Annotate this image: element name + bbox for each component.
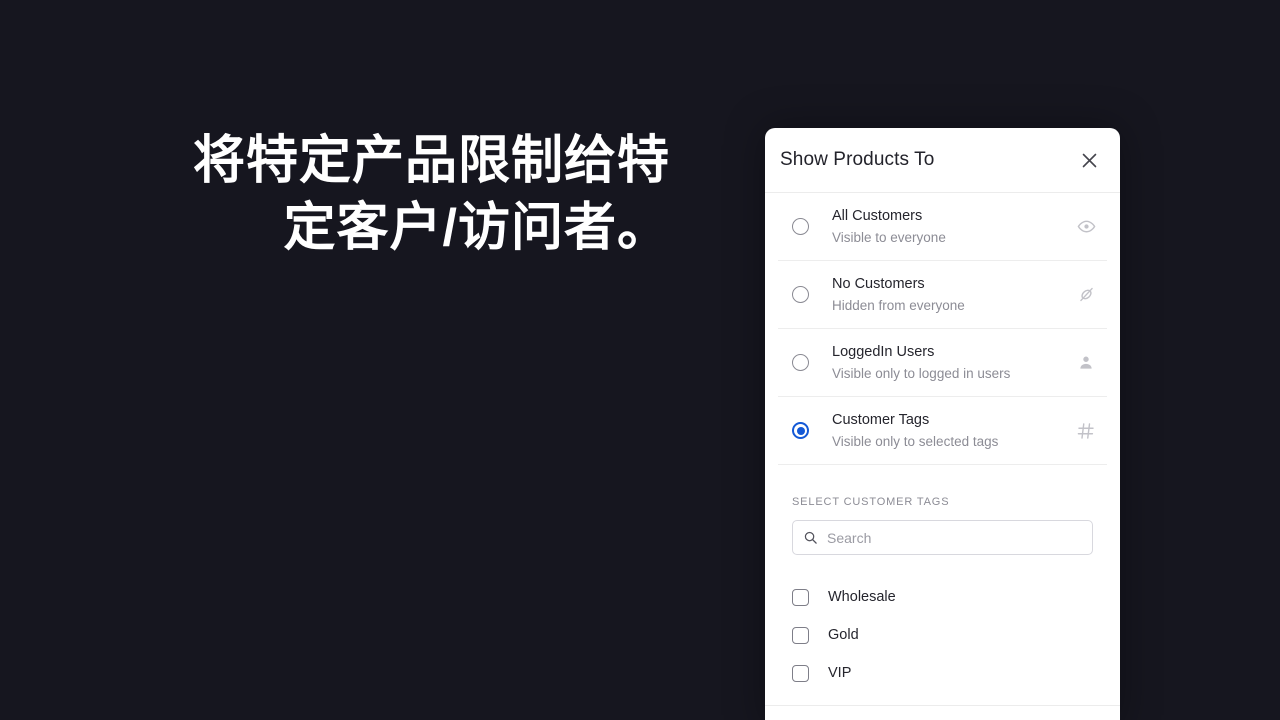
eye-off-icon: [1071, 285, 1101, 304]
option-description: Visible to everyone: [832, 229, 946, 245]
tag-label: VIP: [828, 665, 852, 681]
tags-section: SELECT CUSTOMER TAGS Wholesale Gold: [765, 496, 1120, 692]
option-all-customers[interactable]: All Customers Visible to everyone: [778, 193, 1107, 261]
person-icon: [1071, 354, 1101, 372]
tag-label: Gold: [828, 627, 859, 643]
search-input[interactable]: [827, 529, 1082, 546]
tag-row[interactable]: Wholesale: [792, 578, 1107, 616]
radio-no-customers[interactable]: [792, 286, 809, 303]
option-text: Customer Tags Visible only to selected t…: [832, 410, 1071, 452]
hash-icon: [1071, 421, 1101, 441]
option-label: All Customers: [832, 207, 923, 224]
option-customer-tags[interactable]: Customer Tags Visible only to selected t…: [778, 397, 1107, 465]
visibility-options: All Customers Visible to everyone No Cus…: [765, 193, 1120, 465]
tag-row[interactable]: Gold: [792, 616, 1107, 654]
select-customer-tags-label: SELECT CUSTOMER TAGS: [792, 496, 950, 508]
close-button[interactable]: [1072, 143, 1106, 177]
option-no-customers[interactable]: No Customers Hidden from everyone: [778, 261, 1107, 329]
option-text: No Customers Hidden from everyone: [832, 274, 1071, 316]
tag-list: Wholesale Gold VIP: [778, 578, 1107, 692]
search-icon: [803, 530, 818, 545]
checkbox-wholesale[interactable]: [792, 588, 809, 606]
option-label: No Customers: [832, 275, 925, 292]
radio-loggedin-users[interactable]: [792, 354, 809, 371]
page-headline: 将特定产品限制给特定客户/访问者。: [192, 132, 670, 257]
show-products-to-panel: Show Products To All Customers Visible t…: [765, 128, 1120, 720]
option-description: Visible only to logged in users: [832, 365, 1011, 381]
option-description: Hidden from everyone: [832, 297, 965, 313]
eye-icon: [1071, 217, 1101, 236]
tag-row[interactable]: VIP: [792, 654, 1107, 692]
panel-title: Show Products To: [780, 149, 935, 170]
option-text: All Customers Visible to everyone: [832, 206, 1071, 248]
tag-search-field[interactable]: [792, 520, 1093, 555]
tag-label: Wholesale: [828, 589, 896, 605]
footer-divider: [765, 705, 1120, 706]
option-label: LoggedIn Users: [832, 343, 935, 360]
close-icon: [1080, 151, 1099, 170]
option-description: Visible only to selected tags: [832, 433, 999, 449]
option-loggedin-users[interactable]: LoggedIn Users Visible only to logged in…: [778, 329, 1107, 397]
checkbox-gold[interactable]: [792, 626, 809, 644]
option-label: Customer Tags: [832, 411, 930, 428]
radio-customer-tags[interactable]: [792, 422, 809, 439]
checkbox-vip[interactable]: [792, 664, 809, 682]
radio-all-customers[interactable]: [792, 218, 809, 235]
panel-header: Show Products To: [765, 128, 1120, 193]
option-text: LoggedIn Users Visible only to logged in…: [832, 342, 1071, 384]
